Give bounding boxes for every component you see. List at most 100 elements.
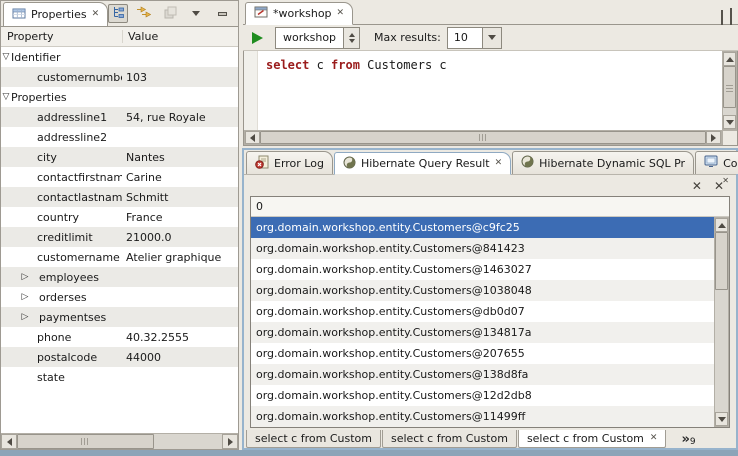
tab-hibernate-dynamic-sql-pr[interactable]: Hibernate Dynamic SQL Pr	[512, 151, 694, 174]
property-row[interactable]: postalcode44000	[1, 347, 238, 367]
remove-all-icon[interactable]: ✕✕	[714, 180, 724, 192]
max-results-input[interactable]: 10	[447, 27, 483, 49]
property-row[interactable]: cityNantes	[1, 147, 238, 167]
result-row[interactable]: org.domain.workshop.entity.Customers@138…	[251, 364, 714, 385]
property-row[interactable]: ▷ orderses	[1, 287, 238, 307]
expand-arrow-icon[interactable]: ▷	[20, 273, 30, 282]
result-page-tabs: select c from Customselect c from Custom…	[244, 430, 736, 448]
category-row[interactable]: ▽Identifier	[1, 47, 238, 67]
properties-view: Properties ✕ Proper	[0, 0, 239, 450]
tab-console[interactable]: Console	[695, 151, 738, 174]
property-row[interactable]: countryFrance	[1, 207, 238, 227]
category-row[interactable]: ▽Properties	[1, 87, 238, 107]
results-toolbar: ✕ ✕✕	[244, 175, 736, 196]
run-icon[interactable]	[252, 32, 263, 44]
scrollbar-thumb[interactable]	[260, 131, 706, 144]
results-column-header[interactable]: 0	[251, 197, 729, 217]
result-row[interactable]: org.domain.workshop.entity.Customers@103…	[251, 280, 714, 301]
result-row[interactable]: org.domain.workshop.entity.Customers@207…	[251, 343, 714, 364]
scroll-up-icon[interactable]	[715, 218, 728, 232]
view-menu-button[interactable]	[186, 4, 206, 23]
property-value: 40.32.2555	[122, 331, 189, 344]
editor-vscrollbar[interactable]	[722, 51, 737, 130]
maximize-button[interactable]	[730, 11, 732, 24]
scrollbar-thumb[interactable]	[17, 434, 154, 449]
close-icon[interactable]: ✕	[337, 9, 345, 18]
result-row[interactable]: org.domain.workshop.entity.Customers@12d…	[251, 385, 714, 406]
page-tab[interactable]: select c from Custom✕	[518, 430, 667, 448]
query-result-view: Error LogHibernate Query Result✕ Hibernat…	[242, 148, 738, 450]
property-row[interactable]: state	[1, 367, 238, 387]
scrollbar-thumb[interactable]	[723, 66, 736, 108]
properties-view-header: Properties ✕	[1, 1, 238, 27]
scroll-down-icon[interactable]	[723, 115, 736, 129]
page-tab[interactable]: select c from Custom	[382, 430, 517, 448]
tab-hibernate-query-result[interactable]: Hibernate Query Result✕	[334, 152, 511, 175]
spinner-icon[interactable]	[343, 28, 359, 48]
scroll-left-icon[interactable]	[1, 434, 17, 449]
property-name: addressline2	[37, 131, 122, 144]
property-value: 103	[122, 71, 147, 84]
expand-arrow-icon[interactable]: ▷	[20, 293, 30, 302]
properties-toolbar	[108, 4, 262, 23]
property-row[interactable]: contactfirstnameCarine	[1, 167, 238, 187]
close-icon[interactable]: ✕	[650, 434, 658, 443]
property-row[interactable]: customernumbe103	[1, 67, 238, 87]
properties-hscrollbar[interactable]	[1, 433, 238, 449]
show-advanced-button[interactable]	[134, 4, 154, 23]
column-value[interactable]: Value	[123, 30, 158, 43]
property-name: phone	[37, 331, 122, 344]
expand-arrow-icon[interactable]: ▷	[20, 313, 30, 322]
property-value: 44000	[122, 351, 161, 364]
property-row[interactable]: contactlastnameSchmitt	[1, 187, 238, 207]
tab-properties[interactable]: Properties ✕	[3, 2, 108, 26]
code-text: Customers c	[360, 58, 447, 72]
scroll-up-icon[interactable]	[723, 52, 736, 66]
property-row[interactable]: customernameAtelier graphique	[1, 247, 238, 267]
property-row[interactable]: ▷ employees	[1, 267, 238, 287]
property-row[interactable]: phone40.32.2555	[1, 327, 238, 347]
scroll-left-icon[interactable]	[245, 131, 260, 144]
property-row[interactable]: addressline154, rue Royale	[1, 107, 238, 127]
result-row[interactable]: org.domain.workshop.entity.Customers@841…	[251, 238, 714, 259]
scroll-right-icon[interactable]	[222, 434, 238, 449]
page-tab[interactable]: select c from Custom	[246, 430, 381, 448]
scrollbar-thumb[interactable]	[715, 232, 728, 290]
result-row[interactable]: org.domain.workshop.entity.Customers@db0…	[251, 301, 714, 322]
result-row[interactable]: org.domain.workshop.entity.Customers@c9f…	[251, 217, 714, 238]
max-results-value: 10	[454, 31, 468, 44]
tab-overflow-button[interactable]: »9	[681, 430, 695, 448]
close-icon[interactable]: ✕	[92, 10, 100, 19]
query-text[interactable]: select c from Customers c	[266, 58, 447, 72]
query-name-value: workshop	[276, 31, 343, 44]
property-name: orderses	[39, 291, 87, 304]
overflow-count: 9	[690, 437, 696, 447]
tab-workshop-editor[interactable]: *workshop ✕	[245, 2, 353, 25]
show-tree-button[interactable]	[108, 4, 128, 23]
column-property[interactable]: Property	[1, 30, 123, 43]
property-row[interactable]: addressline2	[1, 127, 238, 147]
property-row[interactable]: ▷paymentses	[1, 307, 238, 327]
property-row[interactable]: creditlimit21000.0	[1, 227, 238, 247]
code-text: c	[309, 58, 331, 72]
query-name-combo[interactable]: workshop	[275, 27, 360, 49]
collapse-arrow-icon[interactable]: ▽	[1, 93, 11, 102]
editor-content[interactable]: select c from Customers c	[243, 51, 738, 146]
result-row[interactable]: org.domain.workshop.entity.Customers@134…	[251, 322, 714, 343]
tab-error-log[interactable]: Error Log	[246, 151, 333, 174]
remove-icon[interactable]: ✕	[692, 180, 702, 192]
max-results-dropdown[interactable]	[483, 27, 502, 49]
results-vscrollbar[interactable]	[714, 217, 729, 427]
close-icon[interactable]: ✕	[495, 159, 503, 168]
editor-hscrollbar[interactable]	[244, 130, 722, 145]
collapse-arrow-icon[interactable]: ▽	[1, 53, 11, 62]
scroll-right-icon[interactable]	[706, 131, 721, 144]
minimize-button[interactable]	[721, 11, 723, 24]
minimize-button[interactable]	[212, 4, 232, 23]
property-name: employees	[39, 271, 99, 284]
results-rows: org.domain.workshop.entity.Customers@c9f…	[251, 217, 729, 427]
tab-label: Hibernate Dynamic SQL Pr	[539, 157, 685, 170]
result-row[interactable]: org.domain.workshop.entity.Customers@114…	[251, 406, 714, 427]
scroll-down-icon[interactable]	[715, 412, 728, 426]
result-row[interactable]: org.domain.workshop.entity.Customers@146…	[251, 259, 714, 280]
